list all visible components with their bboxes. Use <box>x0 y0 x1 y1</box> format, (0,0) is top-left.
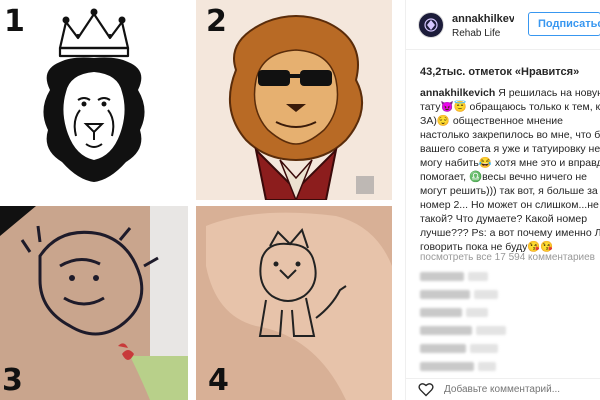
username-link[interactable]: annakhilkevich <box>452 13 514 25</box>
location-link[interactable]: Rehab Life <box>452 28 500 39</box>
avatar[interactable] <box>418 12 444 38</box>
caption-line: ЗА)😌 общественное мнение <box>420 115 563 127</box>
add-comment-row <box>406 378 600 400</box>
caption-line: настолько закрепилось во мне, что без <box>420 129 600 141</box>
post-photo[interactable]: 1 2 3 4 <box>0 0 405 400</box>
crowned-lion-drawing <box>43 8 145 182</box>
view-all-comments-link[interactable]: посмотреть все 17 594 комментариев <box>420 252 595 263</box>
post-header: annakhilkevich Rehab Life Подписаться <box>406 0 600 50</box>
blurred-comment <box>420 286 600 300</box>
likes-count[interactable]: 43,2тыс. отметок «Нравится» <box>420 66 579 78</box>
caption-line: annakhilkevich Я решилась на новую <box>420 87 600 99</box>
caption-username[interactable]: annakhilkevich <box>420 87 495 99</box>
add-comment-input[interactable] <box>444 382 594 397</box>
avatar-emblem-icon <box>424 18 438 32</box>
blurred-comment <box>420 304 600 318</box>
wrist-tattoo-photo <box>0 206 188 400</box>
caption-line: тату😈😇 обращаюсь только к тем, кто <box>420 101 600 113</box>
photo-cell-2: 2 <box>196 0 392 200</box>
blurred-comment <box>420 340 600 354</box>
photo-number-4: 4 <box>208 363 229 398</box>
blurred-comment <box>420 358 600 372</box>
follow-button[interactable]: Подписаться <box>528 12 600 36</box>
comments-list <box>420 268 600 376</box>
caption-line: могут решить))) так вот, я больше за <box>420 185 598 197</box>
blurred-comment <box>420 268 600 282</box>
caption-line: могу набить😂 хотя мне это и вправду <box>420 157 600 169</box>
caption-line: лучше??? Ps: а вот почему именно Лев <box>420 227 600 239</box>
photo-cell-4: 4 <box>196 206 392 400</box>
post-side-panel: annakhilkevich Rehab Life Подписаться 43… <box>405 0 600 400</box>
heart-icon[interactable] <box>418 382 434 397</box>
caption-line: помогает, ♎весы вечно ничего не <box>420 171 588 183</box>
photo-number-3: 3 <box>2 363 23 398</box>
photo-cell-3: 3 <box>0 206 188 400</box>
caption-line: номер 2... Но может он слишком...не <box>420 199 599 211</box>
photo-number-1: 1 <box>4 4 25 39</box>
blurred-comment <box>420 322 600 336</box>
caption-line: такой? Что думаете? Какой номер <box>420 213 588 225</box>
photo-number-2: 2 <box>206 4 227 39</box>
post-caption: annakhilkevich Я решилась на новую тату😈… <box>420 86 600 254</box>
photo-cell-1: 1 <box>0 0 188 200</box>
caption-line: вашего совета я уже и татуировку не <box>420 143 600 155</box>
